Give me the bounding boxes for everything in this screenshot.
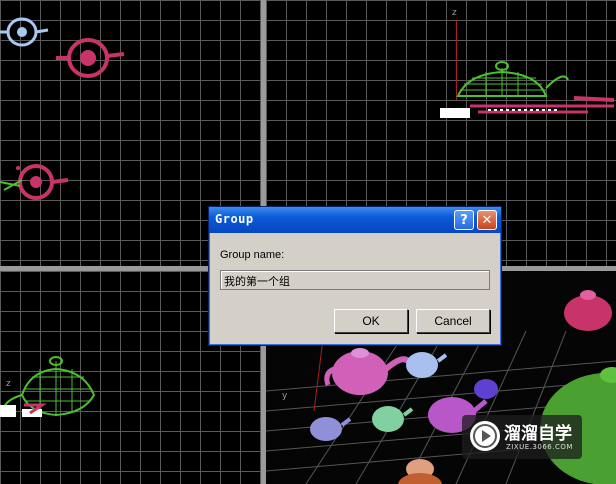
teapot-group-front[interactable] (438, 56, 616, 126)
cancel-button[interactable]: Cancel (416, 309, 490, 333)
teapot-lightblue-top[interactable] (0, 14, 50, 50)
group-name-label: Group name: (220, 249, 285, 261)
close-button[interactable]: ✕ (477, 210, 497, 230)
ok-button[interactable]: OK (334, 309, 408, 333)
teapot-pink-top[interactable] (56, 36, 126, 82)
play-logo-icon (470, 421, 500, 451)
dialog-titlebar[interactable]: Group ? ✕ (209, 207, 501, 233)
dialog-title: Group (215, 212, 254, 226)
teapot-lightblue-persp[interactable] (398, 347, 448, 383)
teapot-group-left[interactable] (0, 355, 110, 425)
teapot-orange[interactable] (394, 449, 454, 484)
watermark: 溜溜自学 ZIXUE.3066.COM (462, 415, 582, 459)
group-name-input[interactable]: 我的第一个组 (220, 270, 490, 290)
teapot-big-pink[interactable] (562, 279, 616, 335)
axis-y-label: y (282, 391, 288, 401)
teapot-lavender[interactable] (304, 411, 354, 447)
teapot-pink-green-top[interactable] (0, 160, 70, 206)
teapot-mint[interactable] (364, 401, 414, 437)
watermark-url: ZIXUE.3066.COM (506, 443, 573, 451)
watermark-text: 溜溜自学 (504, 424, 572, 444)
axis-z-label: z (452, 8, 457, 18)
help-button[interactable]: ? (454, 210, 474, 230)
group-dialog: Group ? ✕ Group name: 我的第一个组 OK Cancel (208, 206, 502, 346)
